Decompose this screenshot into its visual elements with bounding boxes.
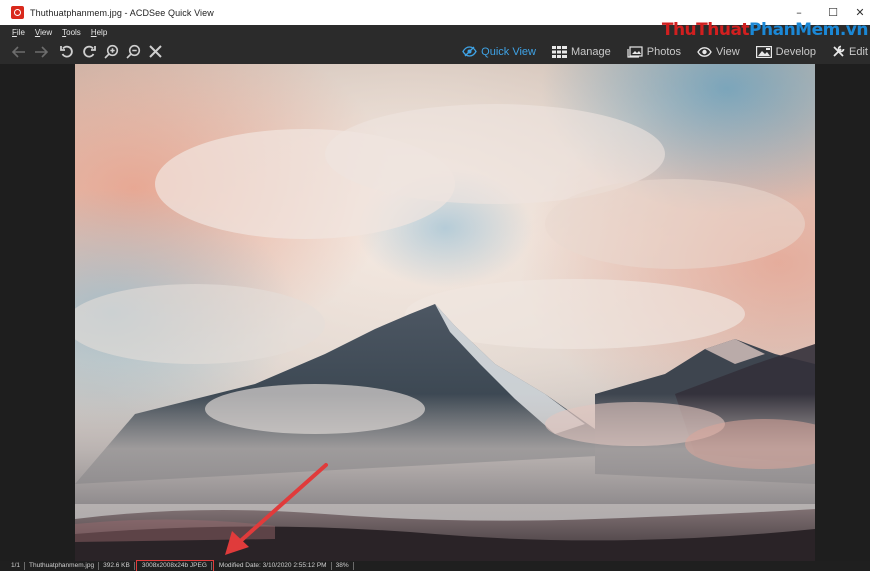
menu-view-label: iew [40, 27, 53, 37]
close-icon[interactable] [144, 41, 166, 63]
close-window-button[interactable]: ✕ [850, 5, 870, 21]
mode-photos-label: Photos [646, 45, 682, 58]
eye-icon [697, 46, 712, 57]
tools-icon [832, 45, 845, 58]
develop-icon [755, 45, 772, 58]
status-filesize: 392.6 KB [99, 562, 135, 570]
rotate-left-icon[interactable] [56, 41, 78, 63]
window-title: Thuthuatphanmem.jpg - ACDSee Quick View [30, 7, 214, 18]
menu-file-label: ile [16, 27, 25, 37]
status-modified-date: Modified Date: 3/10/2020 2:55:12 PM [215, 562, 332, 570]
mountain-photo [75, 64, 815, 561]
toolbar: Quick View Manage Photos View Develop Ed… [0, 39, 870, 64]
grid-icon [552, 45, 567, 58]
eye-slash-icon [462, 46, 477, 57]
mode-quick-view-label: Quick View [481, 45, 536, 58]
rotate-right-icon[interactable] [78, 41, 100, 63]
menu-file[interactable]: File [12, 28, 25, 37]
forward-arrow-icon[interactable] [30, 41, 52, 63]
mode-edit[interactable]: Edit [824, 39, 870, 64]
mode-develop[interactable]: Develop [748, 39, 824, 64]
watermark-logo: ThuThuatPhanMem.vn [661, 20, 869, 40]
status-dimensions: 3008x2008x24b JPEG [135, 560, 214, 571]
status-filename: Thuthuatphanmem.jpg [25, 562, 100, 570]
menu-view[interactable]: View [35, 28, 52, 37]
mode-edit-label: Edit [849, 45, 868, 58]
watermark-suffix: .vn [839, 20, 869, 40]
minimize-button[interactable]: – [782, 5, 816, 21]
menu-tools[interactable]: Tools [62, 28, 81, 37]
watermark-part2: PhanMem [749, 20, 840, 40]
mode-manage-label: Manage [571, 45, 611, 58]
watermark-part1: ThuThuat [661, 20, 750, 40]
zoom-out-icon[interactable] [122, 41, 144, 63]
menu-help-label: elp [96, 27, 108, 37]
maximize-button[interactable]: ☐ [816, 5, 850, 21]
mode-view[interactable]: View [689, 39, 748, 64]
acdsee-app-icon [11, 6, 24, 19]
status-zoom: 38% [332, 562, 354, 570]
mode-view-label: View [716, 45, 740, 58]
status-bar: 1/1 Thuthuatphanmem.jpg 392.6 KB 3008x20… [0, 560, 870, 571]
mode-manage[interactable]: Manage [544, 39, 619, 64]
mode-quick-view[interactable]: Quick View [454, 39, 544, 64]
zoom-in-icon[interactable] [100, 41, 122, 63]
photos-icon [627, 45, 643, 58]
menu-tools-label: ools [66, 27, 81, 37]
mode-develop-label: Develop [775, 45, 817, 58]
image-viewer[interactable] [0, 64, 870, 561]
status-index: 1/1 [0, 562, 26, 570]
mode-photos[interactable]: Photos [619, 39, 689, 64]
back-arrow-icon[interactable] [8, 41, 30, 63]
mode-tabs: Quick View Manage Photos View Develop Ed… [454, 39, 870, 64]
menu-help[interactable]: Help [91, 28, 107, 37]
